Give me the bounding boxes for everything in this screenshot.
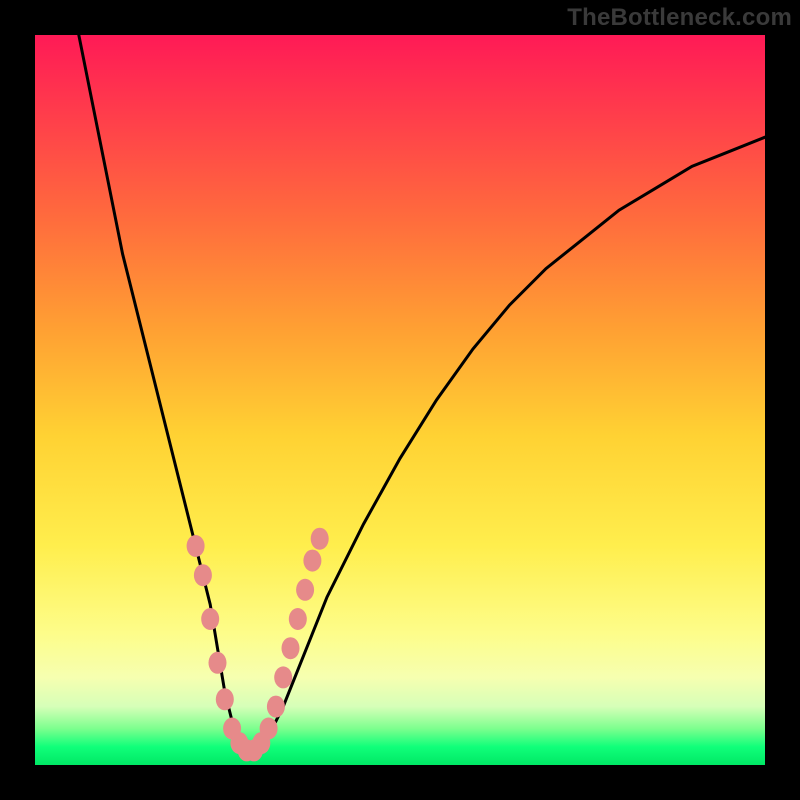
watermark-text: TheBottleneck.com: [567, 4, 792, 32]
marker-dot: [311, 528, 329, 550]
curve-layer: [35, 35, 765, 765]
marker-dot: [216, 688, 234, 710]
marker-dot: [209, 652, 227, 674]
marker-dot: [303, 550, 321, 572]
marker-dot: [274, 666, 292, 688]
marker-dot: [194, 564, 212, 586]
marker-dot: [282, 637, 300, 659]
marker-dot: [187, 535, 205, 557]
plot-area: [35, 35, 765, 765]
bottleneck-curve: [79, 35, 765, 750]
marker-dot: [260, 718, 278, 740]
marker-dot: [296, 579, 314, 601]
chart-container: TheBottleneck.com: [0, 0, 800, 800]
marker-dot: [289, 608, 307, 630]
marker-dot: [267, 696, 285, 718]
marker-dot: [201, 608, 219, 630]
